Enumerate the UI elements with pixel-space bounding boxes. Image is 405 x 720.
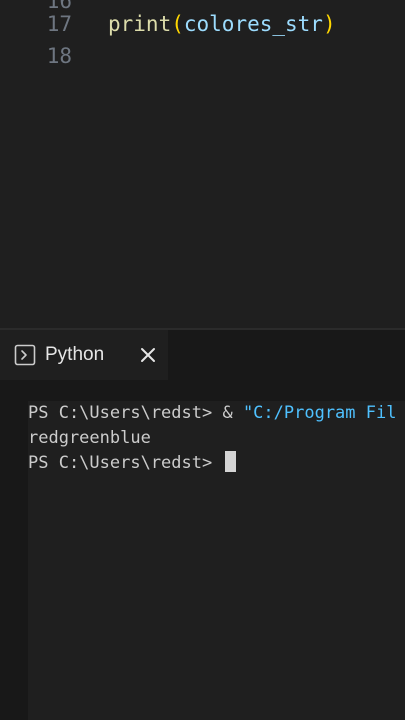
terminal-output-line: redgreenblue bbox=[28, 426, 151, 451]
terminal-cursor bbox=[225, 451, 237, 472]
terminal-output: redgreenblue bbox=[28, 428, 151, 448]
close-paren-token: ) bbox=[322, 12, 336, 36]
print-function-token: print bbox=[108, 12, 172, 36]
tab-python-terminal[interactable]: Python bbox=[0, 330, 168, 380]
vscode-window: 16 17 print(colores_str) 18 Python PS C:… bbox=[0, 0, 405, 720]
tab-label: Python bbox=[45, 344, 105, 365]
terminal-panel[interactable]: PS C:\Users\redst> & "C:/Program Fil red… bbox=[0, 380, 405, 720]
terminal-tab-bar: Python bbox=[0, 330, 405, 380]
code-line-17: 17 print(colores_str) bbox=[0, 9, 405, 39]
terminal-command-string: "C:/Program Fil bbox=[242, 403, 397, 423]
code-editor[interactable]: 16 17 print(colores_str) 18 bbox=[0, 0, 405, 328]
code-line-18: 18 bbox=[0, 41, 405, 71]
open-paren-token: ( bbox=[171, 12, 184, 36]
colores-str-variable-token: colores_str bbox=[183, 12, 323, 36]
terminal-line: PS C:\Users\redst> & "C:/Program Fil bbox=[28, 401, 396, 426]
terminal-prompt: PS C:\Users\redst> & bbox=[28, 403, 243, 423]
terminal-line: PS C:\Users\redst> bbox=[28, 451, 237, 476]
line-code[interactable]: print(colores_str) bbox=[108, 9, 336, 39]
close-icon[interactable] bbox=[136, 343, 160, 367]
line-number: 17 bbox=[46, 12, 72, 36]
terminal-icon bbox=[14, 344, 36, 366]
terminal-prompt: PS C:\Users\redst> bbox=[28, 453, 223, 473]
line-number: 18 bbox=[46, 44, 72, 68]
